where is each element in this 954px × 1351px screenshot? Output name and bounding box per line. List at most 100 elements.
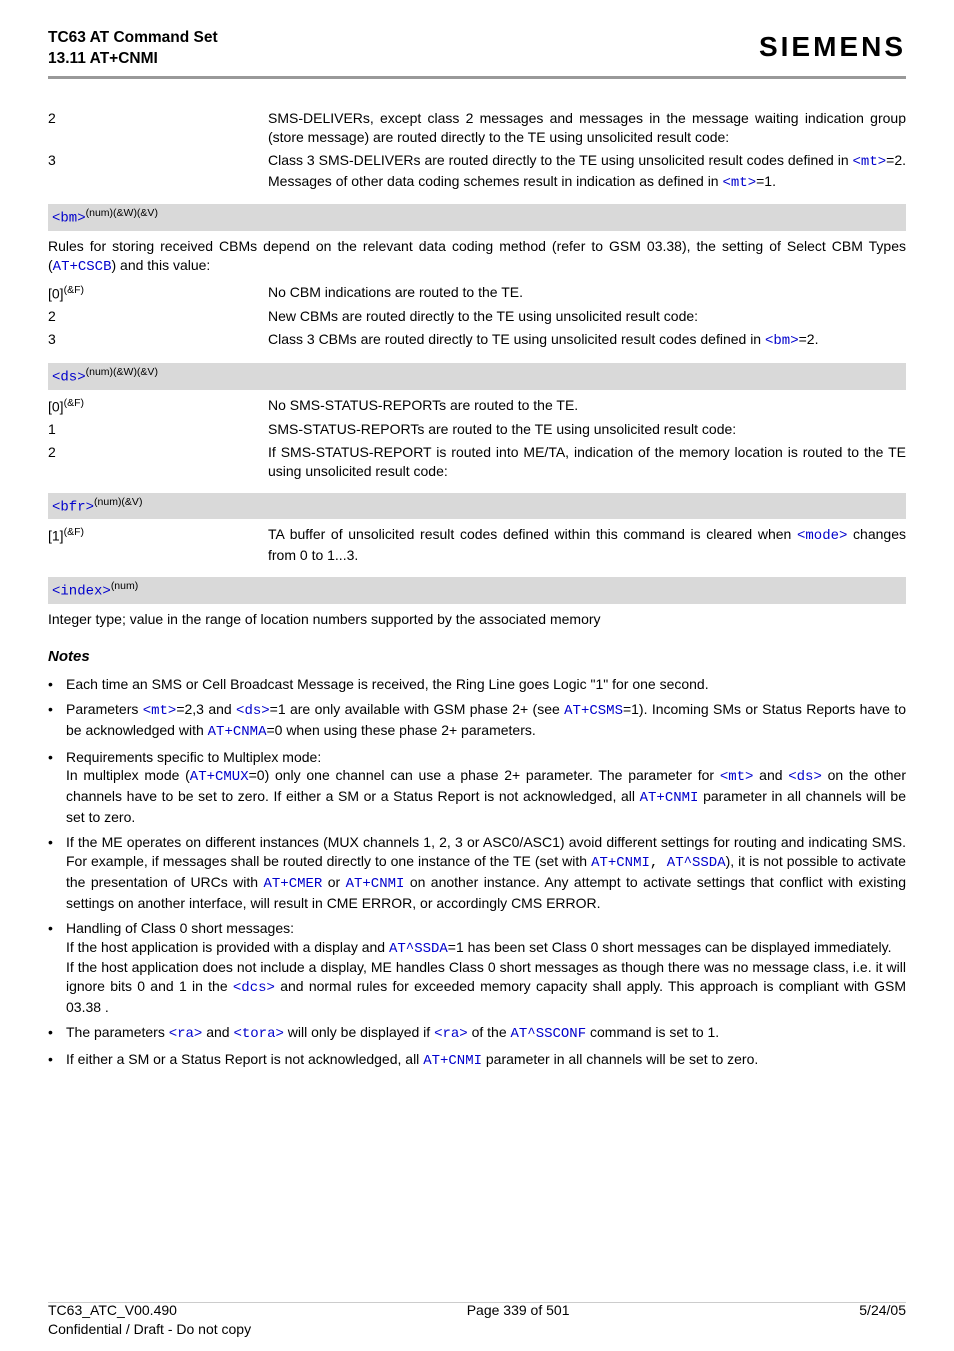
sup: (&F) <box>64 284 84 296</box>
cnmi-link[interactable]: AT+CNMI <box>640 790 699 806</box>
mode-link[interactable]: <mode> <box>797 528 847 544</box>
cnmi-link[interactable]: AT+CNMI <box>423 1053 482 1069</box>
bm-row-0: [0](&F) No CBM indications are routed to… <box>48 283 906 304</box>
mt-row-3-key: 3 <box>48 151 268 193</box>
brand-logo: SIEMENS <box>759 28 906 66</box>
bm-sup: (num)(&W)(&V) <box>86 207 158 219</box>
csms-link[interactable]: AT+CSMS <box>564 703 623 719</box>
ds-row-1-key: 1 <box>48 420 268 439</box>
text: TA buffer of unsolicited result codes de… <box>268 526 797 542</box>
bfr-row-1: [1](&F) TA buffer of unsolicited result … <box>48 525 906 565</box>
ds-row-0-val: No SMS-STATUS-REPORTs are routed to the … <box>268 396 906 417</box>
bm-row-3-key: 3 <box>48 330 268 351</box>
text: and <box>202 1024 233 1040</box>
sup: (&F) <box>64 526 84 538</box>
text: If the host application is provided with… <box>66 939 389 955</box>
text: If either a SM or a Status Report is not… <box>66 1051 423 1067</box>
cmux-link[interactable]: AT+CMUX <box>190 769 249 785</box>
index-desc: Integer type; value in the range of loca… <box>48 610 906 629</box>
text: In multiplex mode ( <box>66 767 190 783</box>
bm-row-2-key: 2 <box>48 307 268 326</box>
text: =0 when using these phase 2+ parameters. <box>266 722 535 738</box>
page-header: TC63 AT Command Set 13.11 AT+CNMI SIEMEN… <box>48 28 906 70</box>
footer-right: 5/24/05 <box>859 1301 906 1320</box>
param-bar-bfr: <bfr>(num)(&V) <box>48 493 906 520</box>
footer-center: Page 339 of 501 <box>467 1301 570 1320</box>
sep: , <box>650 855 667 871</box>
footer-confidential: Confidential / Draft - Do not copy <box>48 1320 906 1339</box>
notes-list: Each time an SMS or Cell Broadcast Messa… <box>48 675 906 1071</box>
text: =2. <box>799 331 819 347</box>
text: [0] <box>48 398 64 414</box>
sup: (&F) <box>64 397 84 409</box>
mt-link[interactable]: <mt> <box>720 769 754 785</box>
bm-tag[interactable]: <bm> <box>52 211 86 227</box>
doc-section: 13.11 AT+CNMI <box>48 49 218 70</box>
cnmi-link[interactable]: AT+CNMI <box>591 855 650 871</box>
bm-row-2-val: New CBMs are routed directly to the TE u… <box>268 307 906 326</box>
note-5: Handling of Class 0 short messages: If t… <box>48 919 906 1017</box>
ssconf-link[interactable]: AT^SSCONF <box>511 1026 587 1042</box>
ssda-link[interactable]: AT^SSDA <box>667 855 726 871</box>
note-6: The parameters <ra> and <tora> will only… <box>48 1023 906 1044</box>
cmer-link[interactable]: AT+CMER <box>264 876 323 892</box>
ds-sup: (num)(&W)(&V) <box>86 366 158 378</box>
notes-heading: Notes <box>48 647 906 667</box>
text: =2,3 and <box>176 701 236 717</box>
text: of the <box>468 1024 511 1040</box>
tora-link[interactable]: <tora> <box>233 1026 283 1042</box>
cscb-link[interactable]: AT+CSCB <box>53 259 112 275</box>
text: The parameters <box>66 1024 169 1040</box>
ds-row-2: 2 If SMS-STATUS-REPORT is routed into ME… <box>48 443 906 481</box>
note-1: Each time an SMS or Cell Broadcast Messa… <box>48 675 906 694</box>
ds-row-0: [0](&F) No SMS-STATUS-REPORTs are routed… <box>48 396 906 417</box>
mt-row-2-val: SMS-DELIVERs, except class 2 messages an… <box>268 109 906 147</box>
text: [0] <box>48 285 64 301</box>
cnma-link[interactable]: AT+CNMA <box>208 724 267 740</box>
mt-link[interactable]: <mt> <box>143 703 177 719</box>
mt-row-3: 3 Class 3 SMS-DELIVERs are routed direct… <box>48 151 906 193</box>
text: ) and this value: <box>111 257 210 273</box>
bfr-sup: (num)(&V) <box>94 496 142 508</box>
param-bar-ds: <ds>(num)(&W)(&V) <box>48 363 906 390</box>
index-tag[interactable]: <index> <box>52 584 111 600</box>
bm-row-0-val: No CBM indications are routed to the TE. <box>268 283 906 304</box>
text: Parameters <box>66 701 143 717</box>
text: Class 3 CBMs are routed directly to TE u… <box>268 331 765 347</box>
bfr-tag[interactable]: <bfr> <box>52 499 94 515</box>
ssda-link[interactable]: AT^SSDA <box>389 941 448 957</box>
ds-tag[interactable]: <ds> <box>52 370 86 386</box>
doc-title: TC63 AT Command Set <box>48 28 218 49</box>
bfr-row-1-key: [1](&F) <box>48 525 268 565</box>
ds-link[interactable]: <ds> <box>788 769 822 785</box>
page-footer: TC63_ATC_V00.490 Page 339 of 501 5/24/05… <box>48 1301 906 1339</box>
mt-link-2[interactable]: <mt> <box>723 175 757 191</box>
ds-link[interactable]: <ds> <box>236 703 270 719</box>
bm-row-3: 3 Class 3 CBMs are routed directly to TE… <box>48 330 906 351</box>
dcs-link[interactable]: <dcs> <box>233 980 275 996</box>
bm-link[interactable]: <bm> <box>765 333 799 349</box>
bm-row-2: 2 New CBMs are routed directly to the TE… <box>48 307 906 326</box>
text: Class 3 SMS-DELIVERs are routed directly… <box>268 152 853 168</box>
text: Each time an SMS or Cell Broadcast Messa… <box>66 675 906 694</box>
text: Requirements specific to Multiplex mode: <box>66 749 321 765</box>
ds-row-2-key: 2 <box>48 443 268 481</box>
mt-link[interactable]: <mt> <box>853 154 887 170</box>
cnmi-link-2[interactable]: AT+CNMI <box>346 876 405 892</box>
text: =0) only one channel can use a phase 2+ … <box>249 767 720 783</box>
mt-row-3-val: Class 3 SMS-DELIVERs are routed directly… <box>268 151 906 193</box>
bm-intro: Rules for storing received CBMs depend o… <box>48 237 906 277</box>
text: parameter in all channels will be set to… <box>482 1051 758 1067</box>
text: Handling of Class 0 short messages: <box>66 920 294 936</box>
ds-row-1-val: SMS-STATUS-REPORTs are routed to the TE … <box>268 420 906 439</box>
footer-left: TC63_ATC_V00.490 <box>48 1301 177 1320</box>
ra-link[interactable]: <ra> <box>169 1026 203 1042</box>
text: command is set to 1. <box>586 1024 719 1040</box>
param-bar-index: <index>(num) <box>48 577 906 604</box>
ds-row-1: 1 SMS-STATUS-REPORTs are routed to the T… <box>48 420 906 439</box>
text: will only be displayed if <box>284 1024 434 1040</box>
text: [1] <box>48 528 64 544</box>
ra-link-2[interactable]: <ra> <box>434 1026 468 1042</box>
text: =1 has been set Class 0 short messages c… <box>448 939 892 955</box>
note-7: If either a SM or a Status Report is not… <box>48 1050 906 1071</box>
